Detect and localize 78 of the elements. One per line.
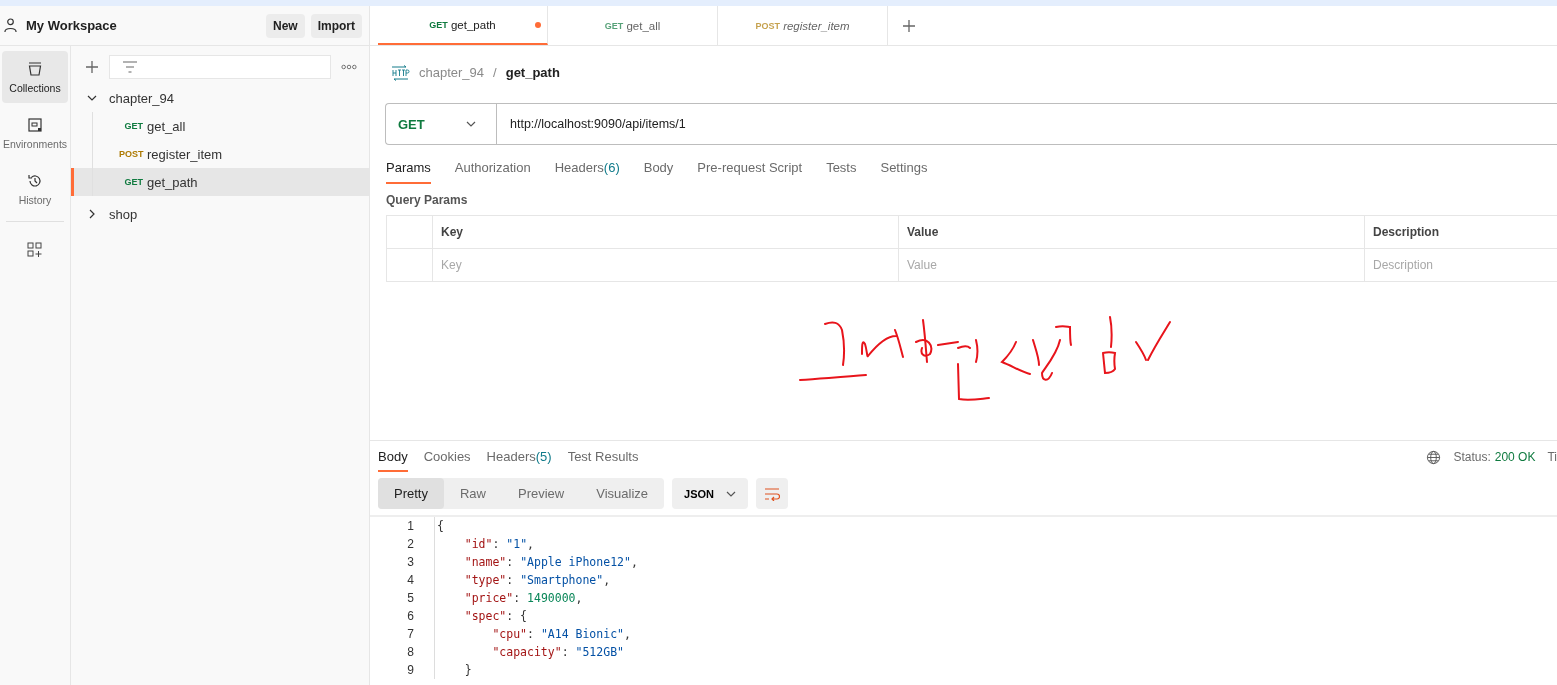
code-line: "capacity": "512GB" <box>434 643 624 661</box>
request-tab[interactable]: GET get_path <box>378 6 548 45</box>
request-option-tab[interactable]: Settings <box>880 160 928 184</box>
line-number: 2 <box>406 537 415 551</box>
url-field[interactable]: http://localhost:9090/api/items/1 <box>496 103 1557 145</box>
line-number: 1 <box>406 519 415 533</box>
sidebar-tab[interactable]: History <box>2 163 68 215</box>
request-option-tab[interactable]: Headers(6) <box>554 160 620 184</box>
line-number: 9 <box>406 663 415 677</box>
sidebar-tab[interactable]: Collections <box>2 51 68 103</box>
wrap-lines-button[interactable] <box>756 478 788 509</box>
code-line: } <box>434 661 472 679</box>
view-mode-tab[interactable]: Raw <box>443 478 502 509</box>
chevron-icon <box>87 93 97 103</box>
breadcrumb-separator: / <box>493 65 497 80</box>
line-number: 7 <box>406 627 415 641</box>
add-tab-icon[interactable] <box>902 18 916 33</box>
request-option-tab[interactable]: Pre-request Script <box>697 160 803 184</box>
code-line: "type": "Smartphone", <box>434 571 611 589</box>
line-number: 4 <box>406 573 415 587</box>
chevron-icon <box>87 209 97 219</box>
column-header: Key <box>433 216 899 248</box>
line-number: 6 <box>406 609 415 623</box>
method-dropdown[interactable]: GET <box>385 103 496 145</box>
history-icon <box>27 172 43 189</box>
line-number: 5 <box>406 591 415 605</box>
request-option-tab[interactable]: Body <box>643 160 674 184</box>
chevron-down-icon <box>466 121 476 127</box>
code-line: { <box>434 517 444 535</box>
request-item[interactable]: GET get_all <box>71 112 369 140</box>
wrap-lines-icon <box>764 486 780 501</box>
section-title: Query Params <box>385 192 469 207</box>
request-option-tab[interactable]: Tests <box>826 160 857 184</box>
code-line: "name": "Apple iPhone12", <box>434 553 638 571</box>
workspace-title: My Workspace <box>26 18 117 33</box>
header-button[interactable]: Import <box>310 13 362 38</box>
line-number: 8 <box>406 645 415 659</box>
view-mode-tab[interactable]: Pretty <box>378 478 444 509</box>
add-icon[interactable] <box>85 60 99 74</box>
column-header: Description <box>1372 224 1440 241</box>
line-number: 3 <box>406 555 415 569</box>
request-tab[interactable]: POST register_item <box>718 6 888 45</box>
status-value: 200 OK <box>1494 450 1536 464</box>
add-widget-icon[interactable] <box>27 242 43 258</box>
request-option-tab[interactable]: Authorization <box>454 160 531 184</box>
chevron-down-icon <box>726 490 736 497</box>
code-line: "id": "1", <box>434 535 534 553</box>
collections-icon <box>27 60 43 77</box>
environments-icon <box>27 116 43 133</box>
header-button[interactable]: New <box>265 13 305 38</box>
collection-item[interactable]: shop <box>71 200 369 228</box>
view-mode-tab[interactable]: Visualize <box>580 478 665 509</box>
code-line: "spec": { <box>434 607 528 625</box>
request-tab[interactable]: GET get_all <box>548 6 718 45</box>
status-label: Status: <box>1453 450 1491 464</box>
request-item[interactable]: POST register_item <box>71 140 369 168</box>
request-option-tab[interactable]: Params <box>386 160 431 184</box>
sidebar-tab[interactable]: Environments <box>2 107 68 159</box>
breadcrumb-collection[interactable]: chapter_94 <box>419 65 485 80</box>
http-icon <box>390 64 410 81</box>
filter-icon <box>122 61 138 73</box>
view-mode-tab[interactable]: Preview <box>502 478 581 509</box>
column-header: Value <box>899 216 1365 248</box>
response-tab[interactable]: Body <box>378 448 408 472</box>
response-tab[interactable]: Cookies <box>423 448 471 472</box>
more-icon[interactable] <box>341 64 357 70</box>
time-label: Ti <box>1547 450 1557 464</box>
request-item[interactable]: GET get_path <box>71 168 369 196</box>
collection-item[interactable]: chapter_94 <box>71 84 369 112</box>
response-tab[interactable]: Headers(5) <box>486 448 552 472</box>
format-dropdown[interactable]: JSON <box>672 478 748 509</box>
user-icon <box>4 18 17 33</box>
response-tab[interactable]: Test Results <box>567 448 639 472</box>
request-title: get_path <box>505 65 560 80</box>
globe-icon[interactable] <box>1426 449 1442 465</box>
filter-field[interactable] <box>109 55 331 79</box>
code-line: "cpu": "A14 Bionic", <box>434 625 631 643</box>
code-line: "price": 1490000, <box>434 589 583 607</box>
